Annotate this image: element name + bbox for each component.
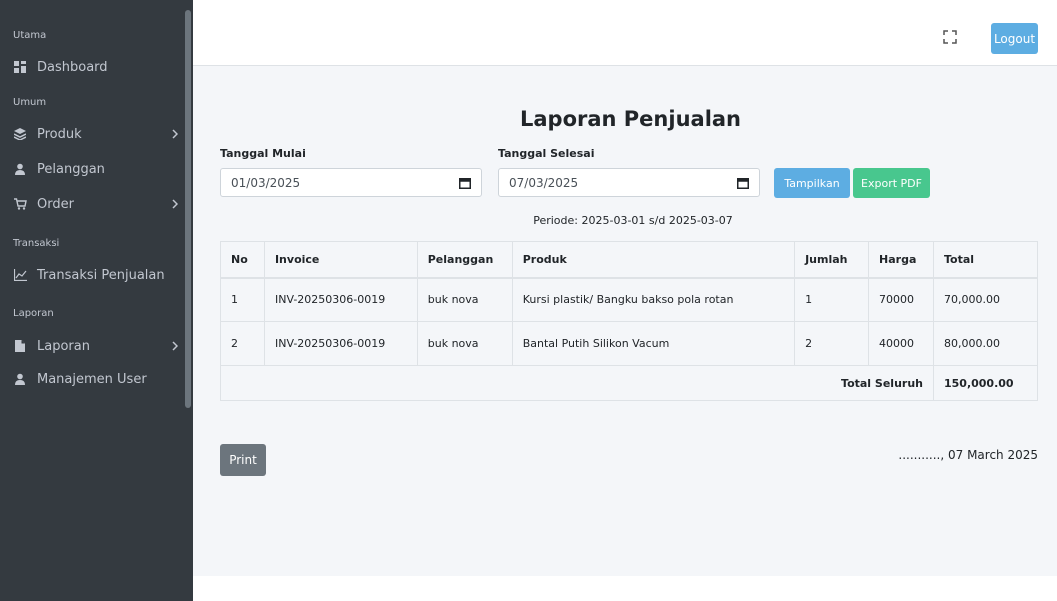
start-date-value: 01/03/2025 xyxy=(231,175,301,190)
table-row: 2 INV-20250306-0019 buk nova Bantal Puti… xyxy=(220,321,1039,366)
table-cell: 1 xyxy=(794,277,870,322)
sidebar-item-label: Laporan xyxy=(37,338,90,354)
sidebar-item-label: Manajemen User xyxy=(37,371,147,387)
table-cell: 70,000.00 xyxy=(932,277,1039,322)
total-label: Total Seluruh xyxy=(220,365,934,401)
chevron-right-icon xyxy=(168,129,178,139)
fullscreen-icon[interactable] xyxy=(943,30,957,44)
file-icon xyxy=(13,339,27,353)
end-date-value: 07/03/2025 xyxy=(509,175,579,190)
column-header: Invoice xyxy=(263,241,418,279)
sidebar-item-transaksi-penjualan[interactable]: Transaksi Penjualan xyxy=(13,263,178,287)
chevron-right-icon xyxy=(168,199,178,209)
period-text: Periode: 2025-03-01 s/d 2025-03-07 xyxy=(533,214,733,227)
sidebar-section-umum: Umum xyxy=(13,97,47,108)
table-header-row: No Invoice Pelanggan Produk Jumlah Harga… xyxy=(220,241,1039,279)
sidebar-item-produk[interactable]: Produk xyxy=(13,122,178,146)
calendar-icon[interactable] xyxy=(737,177,749,189)
start-date-label: Tanggal Mulai xyxy=(220,147,306,160)
main-content: Laporan Penjualan Tanggal Mulai 01/03/20… xyxy=(193,66,1057,576)
sidebar-item-label: Produk xyxy=(37,126,82,142)
table-cell: INV-20250306-0019 xyxy=(263,321,418,366)
print-button[interactable]: Print xyxy=(220,444,266,476)
end-date-label: Tanggal Selesai xyxy=(498,147,595,160)
line-chart-icon xyxy=(13,268,27,282)
column-header: Harga xyxy=(868,241,934,279)
chevron-right-icon xyxy=(168,341,178,351)
sidebar-section-utama: Utama xyxy=(13,30,47,41)
dashboard-icon xyxy=(13,60,27,74)
sidebar-item-label: Order xyxy=(37,196,74,212)
table-cell: Bantal Putih Silikon Vacum xyxy=(511,321,796,366)
sidebar-scrollbar[interactable] xyxy=(185,10,191,408)
signature-date: ..........., 07 March 2025 xyxy=(898,448,1038,462)
table-row: 1 INV-20250306-0019 buk nova Kursi plast… xyxy=(220,277,1039,322)
total-value: 150,000.00 xyxy=(932,365,1039,401)
sidebar-item-order[interactable]: Order xyxy=(13,192,178,216)
total-row: Total Seluruh 150,000.00 xyxy=(220,365,1039,401)
sidebar-item-dashboard[interactable]: Dashboard xyxy=(13,55,178,79)
table-cell: Kursi plastik/ Bangku bakso pola rotan xyxy=(511,277,796,322)
table-cell: 40000 xyxy=(868,321,934,366)
sidebar-item-label: Dashboard xyxy=(37,59,108,75)
sidebar: Utama Dashboard Umum Produk Pelanggan Or… xyxy=(0,0,193,601)
sidebar-item-manajemen-user[interactable]: Manajemen User xyxy=(13,367,178,391)
sidebar-item-label: Transaksi Penjualan xyxy=(37,267,165,283)
column-header: Produk xyxy=(511,241,796,279)
user-icon xyxy=(13,162,27,176)
page-title: Laporan Penjualan xyxy=(519,107,742,131)
cart-icon xyxy=(13,197,27,211)
table-cell: buk nova xyxy=(416,277,513,322)
calendar-icon[interactable] xyxy=(459,177,471,189)
sidebar-item-pelanggan[interactable]: Pelanggan xyxy=(13,157,178,181)
sales-table: No Invoice Pelanggan Produk Jumlah Harga… xyxy=(220,241,1039,401)
table-cell: 2 xyxy=(794,321,870,366)
table-cell: buk nova xyxy=(416,321,513,366)
table-cell: 2 xyxy=(220,321,265,366)
column-header: No xyxy=(220,241,265,279)
logout-button[interactable]: Logout xyxy=(991,23,1038,54)
topbar: Logout xyxy=(193,0,1057,66)
sidebar-item-laporan[interactable]: Laporan xyxy=(13,334,178,358)
show-button[interactable]: Tampilkan xyxy=(774,168,850,198)
footer xyxy=(193,576,1057,601)
start-date-input[interactable]: 01/03/2025 xyxy=(220,168,482,197)
sidebar-item-label: Pelanggan xyxy=(37,161,105,177)
layers-icon xyxy=(13,127,27,141)
column-header: Jumlah xyxy=(794,241,870,279)
table-cell: INV-20250306-0019 xyxy=(263,277,418,322)
table-cell: 70000 xyxy=(868,277,934,322)
end-date-input[interactable]: 07/03/2025 xyxy=(498,168,760,197)
column-header: Total xyxy=(932,241,1039,279)
table-cell: 1 xyxy=(220,277,265,322)
sidebar-section-laporan: Laporan xyxy=(13,308,54,319)
column-header: Pelanggan xyxy=(416,241,513,279)
export-pdf-button[interactable]: Export PDF xyxy=(853,168,930,198)
table-cell: 80,000.00 xyxy=(932,321,1039,366)
user-icon xyxy=(13,372,27,386)
sidebar-section-transaksi: Transaksi xyxy=(13,238,60,249)
